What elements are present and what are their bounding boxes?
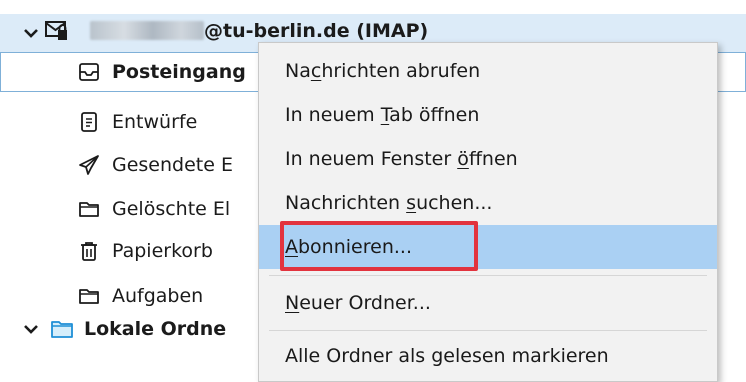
menu-item-new-folder[interactable]: Neuer Ordner... xyxy=(259,281,717,325)
menu-item-open-in-new-tab[interactable]: In neuem Tab öffnen xyxy=(259,93,717,137)
local-folders-label[interactable]: Lokale Ordne xyxy=(84,312,226,346)
menu-item-label: Neuer Ordner... xyxy=(285,292,431,314)
highlight-annotation xyxy=(280,221,478,271)
chevron-down-icon[interactable] xyxy=(22,22,40,44)
menu-separator xyxy=(269,275,707,276)
trash-icon xyxy=(81,242,97,261)
menu-item-open-in-new-window[interactable]: In neuem Fenster öffnen xyxy=(259,137,717,181)
menu-item-mark-all-read[interactable]: Alle Ordner als gelesen markieren xyxy=(259,334,717,378)
folder-label-deleted[interactable]: Gelöschte El xyxy=(112,190,230,228)
folder-label-trash[interactable]: Papierkorb xyxy=(112,232,213,270)
folder-label-tasks[interactable]: Aufgaben xyxy=(112,277,203,315)
folder-icon xyxy=(79,289,99,304)
account-username-redacted xyxy=(90,21,204,40)
folder-label-inbox[interactable]: Posteingang xyxy=(112,53,246,91)
menu-separator xyxy=(269,330,707,331)
folder-label-drafts[interactable]: Entwürfe xyxy=(112,103,197,141)
menu-item-label: In neuem Fenster öffnen xyxy=(285,148,518,170)
context-menu: Nachrichten abrufen In neuem Tab öffnen … xyxy=(258,42,718,382)
folder-label-sent[interactable]: Gesendete E xyxy=(112,146,233,184)
inbox-icon xyxy=(79,63,99,81)
menu-item-label: Nachrichten suchen... xyxy=(285,192,493,214)
chevron-down-icon[interactable] xyxy=(22,318,40,340)
folder-icon xyxy=(51,321,73,338)
menu-item-label: Alle Ordner als gelesen markieren xyxy=(285,345,609,367)
menu-item-label: In neuem Tab öffnen xyxy=(285,104,480,126)
folder-icon xyxy=(79,202,99,217)
sent-icon xyxy=(79,155,99,175)
menu-item-get-messages[interactable]: Nachrichten abrufen xyxy=(259,49,717,93)
menu-item-search-messages[interactable]: Nachrichten suchen... xyxy=(259,181,717,225)
drafts-icon xyxy=(81,112,97,132)
menu-item-label: Nachrichten abrufen xyxy=(285,60,481,82)
mail-account-icon xyxy=(45,21,67,40)
